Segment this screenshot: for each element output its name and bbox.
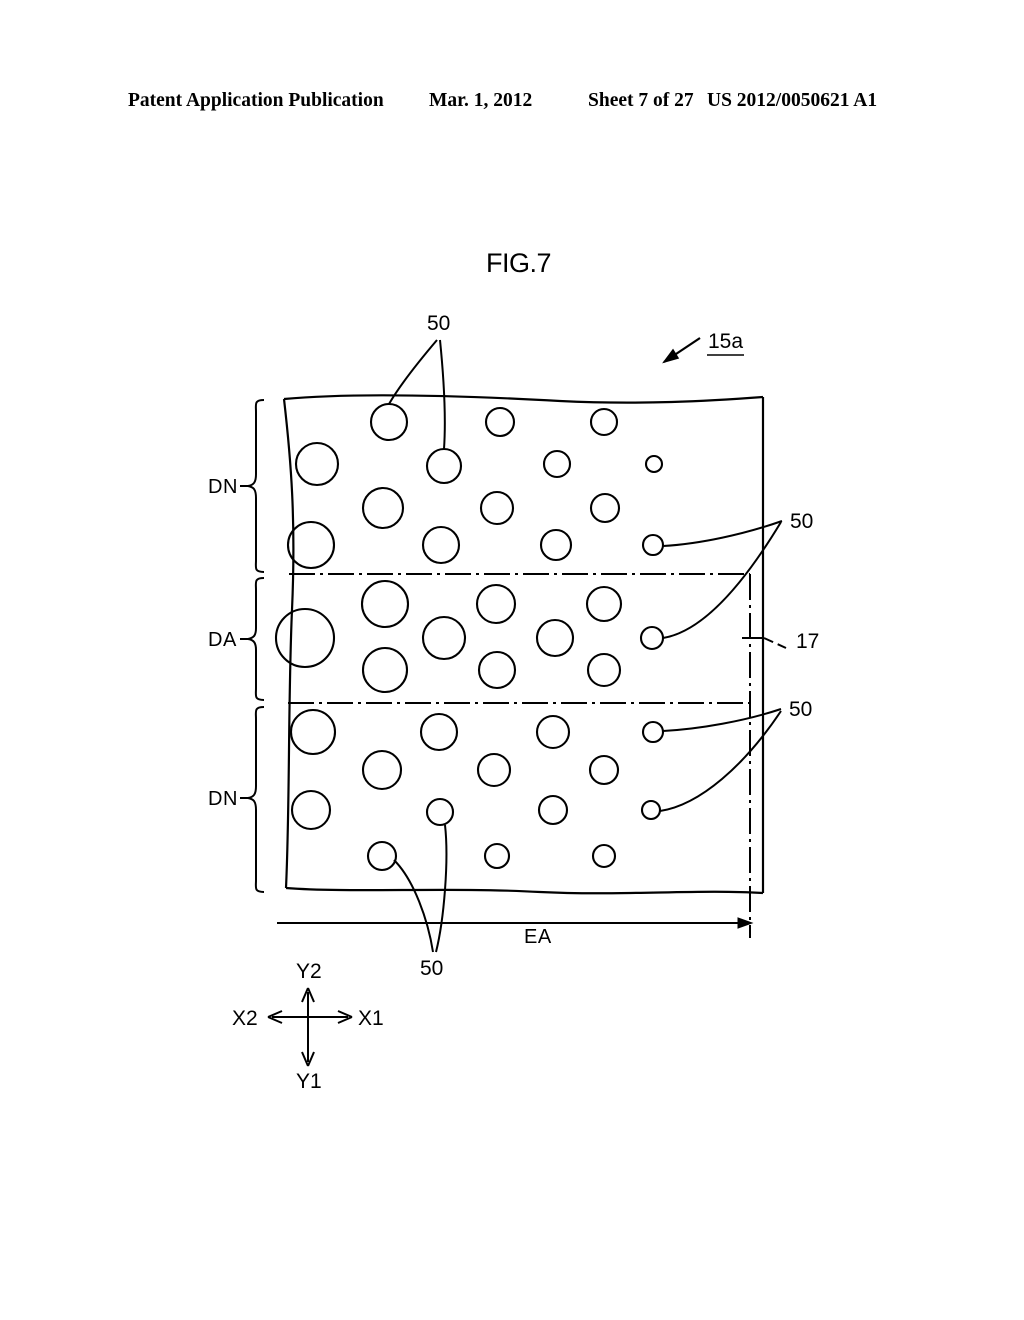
dot-group bbox=[274, 402, 665, 872]
dot-50 bbox=[542, 449, 572, 479]
zone-label-dn-top: DN bbox=[208, 476, 238, 498]
dot-50 bbox=[591, 843, 617, 869]
dot-50 bbox=[586, 652, 622, 688]
dot-50 bbox=[539, 528, 573, 562]
dot-50 bbox=[585, 585, 623, 623]
dot-50 bbox=[640, 799, 662, 821]
label-17: 17 bbox=[796, 630, 819, 653]
dot-50 bbox=[589, 492, 621, 524]
dot-50 bbox=[425, 447, 463, 485]
axis-label-x2: X2 bbox=[232, 1007, 258, 1030]
dot-50 bbox=[425, 797, 455, 827]
label-50-bottom: 50 bbox=[420, 957, 443, 980]
brace-dn-top bbox=[240, 399, 265, 573]
dot-50 bbox=[477, 650, 517, 690]
label-15a-group: 15a bbox=[662, 330, 744, 364]
axis-label-y2: Y2 bbox=[296, 960, 322, 983]
zone-boundaries bbox=[288, 573, 750, 704]
dot-50 bbox=[588, 754, 620, 786]
dot-50 bbox=[286, 520, 336, 570]
leader-line-50-ru-a bbox=[662, 520, 783, 547]
dot-50 bbox=[274, 607, 336, 669]
leader-line-17 bbox=[763, 637, 787, 649]
brace-dn-bottom bbox=[240, 706, 265, 893]
dimension-ea: EA bbox=[277, 917, 754, 948]
figure-7-drawing: FIG.7 17 15a 50 50 50 50 DN DA DN EA Y2 … bbox=[208, 248, 819, 1093]
leader-line-50-bottom-a bbox=[393, 859, 434, 953]
dot-50 bbox=[644, 454, 664, 474]
dot-50 bbox=[361, 749, 403, 791]
label-50-right-upper-group bbox=[662, 520, 783, 639]
dot-50 bbox=[366, 840, 398, 872]
arrowhead-15a-icon bbox=[662, 348, 680, 364]
dot-50 bbox=[421, 525, 461, 565]
dot-50 bbox=[479, 490, 515, 526]
dot-50 bbox=[289, 708, 337, 756]
dot-50 bbox=[475, 583, 517, 625]
coordinate-axes bbox=[267, 987, 353, 1067]
dot-50 bbox=[369, 402, 409, 442]
dot-50 bbox=[360, 579, 410, 629]
dimension-label-ea: EA bbox=[524, 926, 552, 948]
label-50-right-upper: 50 bbox=[790, 510, 813, 533]
label-50-right-lower: 50 bbox=[789, 698, 812, 721]
dot-50 bbox=[476, 752, 512, 788]
leader-line-50-top-b bbox=[439, 339, 446, 450]
dot-50 bbox=[421, 615, 467, 661]
axis-label-x1: X1 bbox=[358, 1007, 384, 1030]
dot-50 bbox=[484, 406, 516, 438]
dot-50 bbox=[535, 618, 575, 658]
dot-50 bbox=[290, 789, 332, 831]
zone-label-dn-bottom: DN bbox=[208, 788, 238, 810]
dot-50 bbox=[639, 625, 665, 651]
dot-50 bbox=[641, 720, 665, 744]
label-50-bottom-group bbox=[393, 824, 448, 953]
dot-50 bbox=[537, 794, 569, 826]
patent-page: Patent Application Publication Mar. 1, 2… bbox=[0, 0, 1024, 1320]
brace-da bbox=[240, 577, 265, 701]
dot-50 bbox=[641, 533, 665, 557]
dot-50 bbox=[361, 646, 409, 694]
dot-50 bbox=[589, 407, 619, 437]
dot-50 bbox=[419, 712, 459, 752]
axis-label-y1: Y1 bbox=[296, 1070, 322, 1093]
dot-50 bbox=[483, 842, 511, 870]
zone-label-da: DA bbox=[208, 629, 237, 651]
label-50-top: 50 bbox=[427, 312, 450, 335]
figure-title: FIG.7 bbox=[486, 248, 551, 278]
dot-50 bbox=[294, 441, 340, 487]
dot-50 bbox=[361, 486, 405, 530]
sheet-outline bbox=[282, 394, 765, 895]
leader-line-50-bottom-b bbox=[435, 824, 448, 953]
dot-50 bbox=[535, 714, 571, 750]
label-15a: 15a bbox=[708, 330, 743, 353]
